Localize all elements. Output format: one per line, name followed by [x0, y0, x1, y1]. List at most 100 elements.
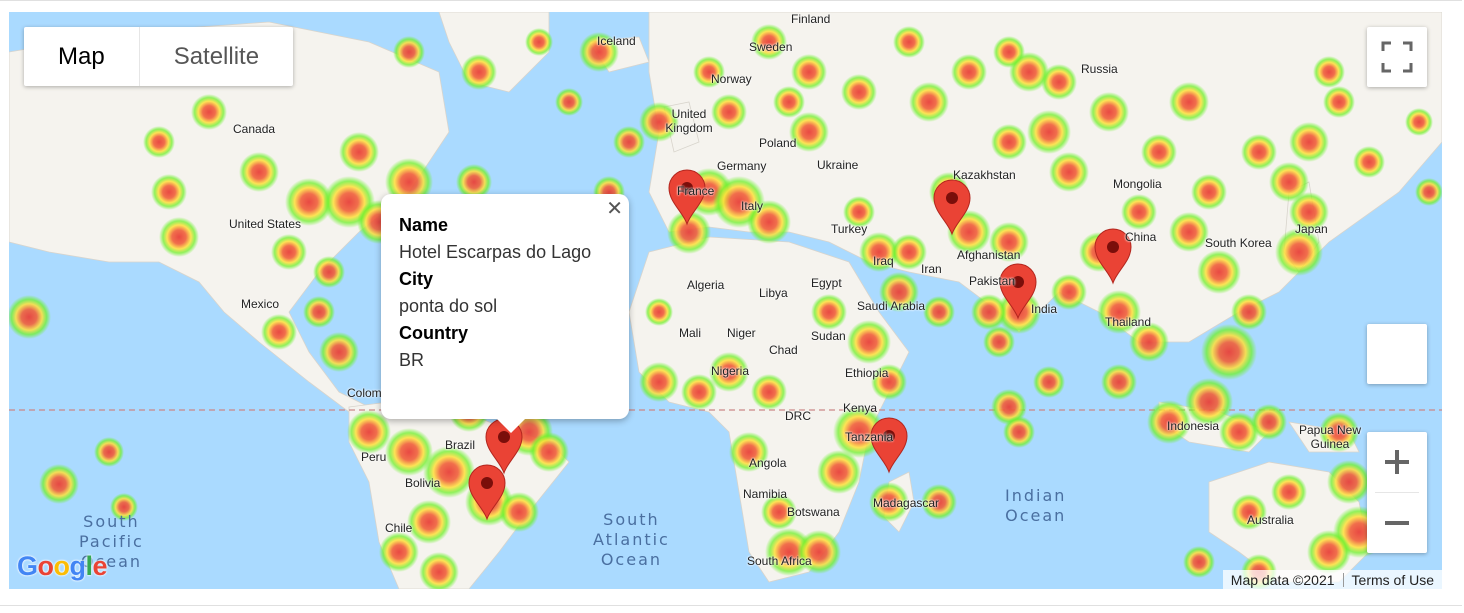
place-label-egypt: Egypt [811, 276, 842, 290]
place-label-japan: Japan [1295, 222, 1328, 236]
heat-point [529, 432, 569, 472]
ocean-label-south-atlantic-ocean: South Atlantic Ocean [593, 510, 670, 569]
heat-point [313, 256, 345, 288]
place-label-turkey: Turkey [831, 222, 868, 236]
heat-point [191, 94, 227, 130]
place-label-brazil: Brazil [445, 438, 476, 452]
heat-point [159, 217, 199, 257]
place-label-chile: Chile [385, 521, 413, 535]
place-label-iceland: Iceland [597, 34, 636, 48]
heat-point [1201, 324, 1257, 380]
heat-point [1003, 416, 1035, 448]
place-label-united-states: United States [229, 217, 302, 231]
heat-point [423, 446, 475, 498]
heat-point [923, 296, 955, 328]
place-label-mexico: Mexico [241, 297, 280, 311]
heat-point [909, 82, 949, 122]
place-label-drc: DRC [785, 409, 811, 423]
heat-point [1327, 460, 1371, 504]
heat-point [893, 26, 925, 58]
heat-point [1089, 92, 1129, 132]
heat-point [1405, 108, 1433, 136]
heat-point [991, 124, 1027, 160]
heat-point [271, 234, 307, 270]
heat-point [1241, 134, 1277, 170]
heat-point [841, 74, 877, 110]
place-label-south-africa: South Africa [747, 554, 812, 568]
map-type-satellite-button[interactable]: Satellite [140, 27, 293, 86]
close-icon[interactable]: ✕ [606, 196, 623, 221]
place-label-finland: Finland [791, 12, 831, 26]
place-label-poland: Poland [759, 136, 797, 150]
heat-point [1313, 56, 1345, 88]
heat-point [94, 437, 124, 467]
heat-point [773, 86, 805, 118]
fullscreen-button[interactable] [1367, 27, 1427, 87]
heat-point [303, 296, 335, 328]
heat-point [811, 294, 847, 330]
heat-point [1101, 364, 1137, 400]
map-type-map-button[interactable]: Map [24, 27, 140, 86]
place-label-chad: Chad [769, 343, 798, 357]
fullscreen-icon [1381, 41, 1413, 73]
heat-point [951, 54, 987, 90]
heat-point [1323, 86, 1355, 118]
heat-point [339, 132, 379, 172]
country-value: BR [399, 350, 425, 370]
street-view-button[interactable] [1367, 324, 1427, 384]
map-attribution: Map data ©2021 Terms of Use [1222, 570, 1442, 589]
place-label-india: India [1031, 302, 1058, 316]
place-label-angola: Angola [749, 456, 787, 470]
place-label-canada: Canada [233, 122, 276, 136]
zoom-control [1367, 432, 1427, 553]
place-label-libya: Libya [759, 286, 788, 300]
heat-point [847, 320, 891, 364]
heat-point [393, 36, 425, 68]
heat-point [1169, 82, 1209, 122]
zoom-out-button[interactable] [1367, 493, 1427, 553]
city-label: City [399, 269, 434, 289]
place-label-botswana: Botswana [787, 505, 840, 519]
heat-point [1033, 366, 1065, 398]
heat-point [1197, 250, 1241, 294]
heat-point [407, 500, 451, 544]
place-label-afghanistan: Afghanistan [957, 248, 1021, 262]
place-label-australia: Australia [1247, 513, 1294, 527]
place-label-indonesia: Indonesia [1167, 419, 1220, 433]
heat-point [319, 332, 359, 372]
google-logo[interactable]: Google [17, 551, 108, 582]
place-label-sweden: Sweden [749, 40, 793, 54]
heat-point [751, 374, 787, 410]
place-label-ethiopia: Ethiopia [845, 366, 889, 380]
minus-icon [1385, 521, 1409, 525]
terms-of-use-link[interactable]: Terms of Use [1344, 572, 1442, 588]
place-label-united-kingdom: United Kingdom [665, 107, 713, 135]
place-label-nigeria: Nigeria [711, 364, 750, 378]
heat-point [379, 532, 419, 572]
heat-point [971, 294, 1007, 330]
heat-point [791, 54, 827, 90]
place-label-france: France [677, 184, 715, 198]
heat-point [1251, 404, 1287, 440]
heat-point [39, 464, 79, 504]
heat-point [1141, 134, 1177, 170]
heat-point [151, 174, 187, 210]
heat-point [9, 295, 51, 339]
place-label-norway: Norway [711, 72, 752, 86]
zoom-in-button[interactable] [1367, 432, 1427, 492]
place-label-tanzania: Tanzania [845, 430, 894, 444]
place-label-germany: Germany [717, 159, 767, 173]
place-label-namibia: Namibia [743, 487, 788, 501]
heat-point [1009, 52, 1049, 92]
heat-point [1231, 294, 1267, 330]
heat-point [1269, 162, 1309, 202]
info-window: ✕ Name Hotel Escarpas do Lago City ponta… [381, 194, 629, 433]
heat-point [499, 492, 539, 532]
ocean-label-indian-ocean: Indian Ocean [1005, 486, 1067, 525]
heat-point [461, 54, 497, 90]
place-label-ukraine: Ukraine [817, 158, 859, 172]
place-label-iran: Iran [921, 262, 942, 276]
place-label-niger: Niger [727, 326, 756, 340]
map-data-text: Map data ©2021 [1230, 571, 1335, 588]
heatmap-map[interactable]: Finland Sweden Norway Iceland Russia Canada Un… [9, 12, 1442, 589]
